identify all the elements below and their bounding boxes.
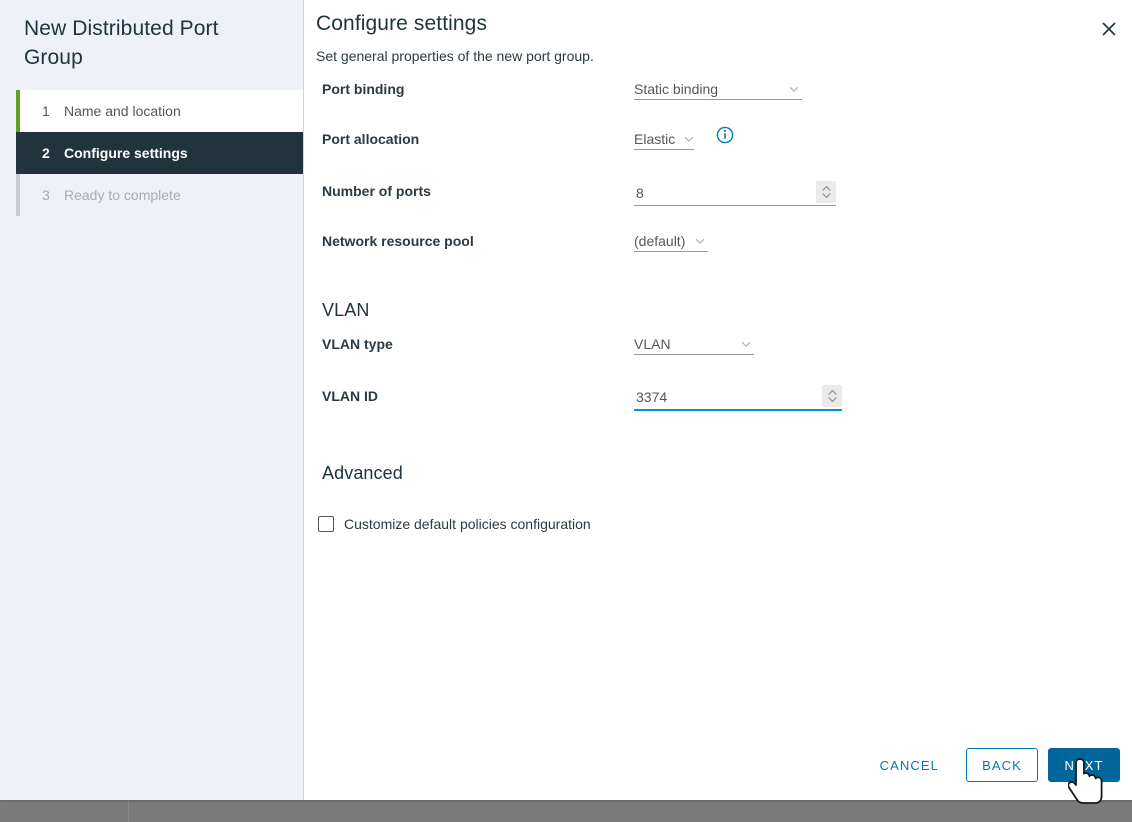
number-of-ports-input[interactable]: 8: [634, 182, 816, 204]
field-label-vlan-type: VLAN type: [316, 333, 634, 354]
wizard-content-pane: Configure settings Set general propertie…: [304, 0, 1132, 800]
step-number: 2: [42, 145, 64, 161]
back-button[interactable]: BACK: [966, 748, 1038, 782]
customize-default-policies-checkbox[interactable]: [318, 516, 334, 532]
step-number: 3: [42, 187, 64, 203]
wizard-title: New Distributed Port Group: [0, 0, 303, 72]
port-binding-select[interactable]: Static binding: [634, 78, 802, 100]
vlan-id-input-wrapper[interactable]: 3374: [634, 385, 842, 411]
section-heading-vlan: VLAN: [322, 300, 1132, 321]
port-binding-value: Static binding: [634, 81, 718, 97]
field-label-number-of-ports: Number of ports: [316, 180, 634, 201]
field-vlan-type: VLAN type VLAN: [316, 333, 1132, 385]
next-button[interactable]: NEXT: [1048, 748, 1120, 782]
step-rail-done: [16, 90, 20, 132]
section-heading-advanced: Advanced: [322, 463, 1132, 484]
number-of-ports-stepper[interactable]: [816, 181, 836, 203]
customize-default-policies-label[interactable]: Customize default policies configuration: [344, 516, 591, 532]
field-label-network-resource-pool: Network resource pool: [316, 230, 634, 251]
field-port-allocation: Port allocation Elastic: [316, 128, 1132, 180]
chevron-down-icon: [694, 235, 706, 247]
field-number-of-ports: Number of ports 8: [316, 180, 1132, 230]
page-title: Configure settings: [316, 10, 1132, 38]
chevron-down-icon: [788, 83, 800, 95]
field-label-port-binding: Port binding: [316, 78, 634, 99]
step-rail-todo: [16, 174, 20, 216]
chevron-down-icon: [740, 338, 752, 350]
step-label: Name and location: [64, 103, 181, 119]
vlan-id-stepper[interactable]: [822, 385, 842, 407]
step-label: Configure settings: [64, 145, 188, 161]
new-distributed-port-group-wizard: New Distributed Port Group 1 Name and lo…: [0, 0, 1132, 800]
pane-header: Configure settings Set general propertie…: [304, 0, 1132, 64]
cancel-button[interactable]: CANCEL: [863, 748, 956, 782]
wizard-step-list: 1 Name and location 2 Configure settings…: [16, 90, 303, 216]
chevron-down-icon: [683, 133, 695, 145]
configure-settings-form: Port binding Static binding Port allocat…: [316, 78, 1132, 532]
wizard-footer: CANCEL BACK NEXT: [863, 748, 1120, 782]
field-vlan-id: VLAN ID 3374: [316, 385, 1132, 435]
step-rail-current: [16, 132, 20, 174]
step-label: Ready to complete: [64, 187, 181, 203]
backdrop-divider: [128, 800, 129, 822]
field-label-vlan-id: VLAN ID: [316, 385, 634, 406]
port-allocation-value: Elastic: [634, 131, 675, 147]
port-allocation-select[interactable]: Elastic: [634, 128, 694, 150]
step-number: 1: [42, 103, 64, 119]
field-label-port-allocation: Port allocation: [316, 128, 634, 149]
wizard-sidebar: New Distributed Port Group 1 Name and lo…: [0, 0, 304, 800]
sidebar-step-name-and-location[interactable]: 1 Name and location: [16, 90, 303, 132]
field-network-resource-pool: Network resource pool (default): [316, 230, 1132, 276]
customize-default-policies-row[interactable]: Customize default policies configuration: [318, 516, 1132, 532]
number-of-ports-input-wrapper[interactable]: 8: [634, 180, 836, 206]
sidebar-step-ready-to-complete[interactable]: 3 Ready to complete: [16, 174, 303, 216]
info-circle-icon[interactable]: [716, 126, 734, 144]
network-resource-pool-value: (default): [634, 233, 685, 249]
vlan-type-select[interactable]: VLAN: [634, 333, 754, 355]
field-port-binding: Port binding Static binding: [316, 78, 1132, 128]
sidebar-step-configure-settings[interactable]: 2 Configure settings: [16, 132, 303, 174]
close-icon[interactable]: [1096, 16, 1122, 42]
vlan-id-input[interactable]: 3374: [634, 386, 822, 408]
page-subtitle: Set general properties of the new port g…: [316, 48, 1132, 64]
vlan-type-value: VLAN: [634, 336, 671, 352]
network-resource-pool-select[interactable]: (default): [634, 230, 708, 252]
